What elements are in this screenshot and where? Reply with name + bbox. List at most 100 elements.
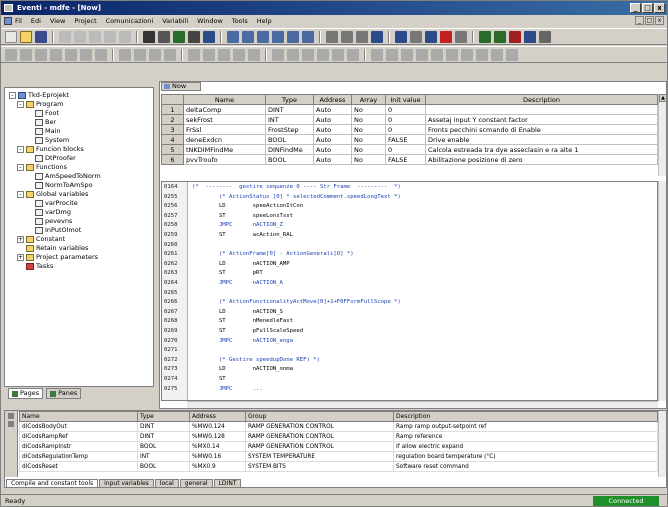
code-line[interactable]: LD nACTION_AMP [192,261,290,267]
code-line[interactable]: JMPC nACTION_A [192,280,283,286]
timer-icon[interactable] [332,48,344,61]
code-line[interactable]: ST pFullScaleSpeed [192,328,303,334]
copy-icon[interactable] [74,30,86,43]
code-line[interactable]: ST speeLonsTsst [192,213,293,219]
monitor-icon[interactable] [227,30,239,43]
editor-vertical-scrollbar[interactable] [658,181,666,401]
grid-icon[interactable] [341,30,353,43]
column-header-group[interactable]: Group [245,411,394,422]
line-icon[interactable] [5,48,17,61]
code-line[interactable]: (* -------- gestire sequenze 0 ---- Str … [192,184,401,190]
menu-communication[interactable]: Comunicazioni [106,17,154,25]
block-icon[interactable] [50,48,62,61]
code-line[interactable]: ST acAction_RAL [192,232,293,238]
insert-icon[interactable] [494,30,506,43]
menu-variables[interactable]: Variabili [162,17,188,25]
save-icon[interactable] [35,30,47,43]
code-line[interactable]: LD nACTION_S [192,309,283,315]
table-row[interactable]: diCodsRampRef DINT %MW0.128 RAMP GENERAT… [19,431,658,442]
comment-icon[interactable] [119,48,131,61]
step-icon[interactable] [410,30,422,43]
constant-icon[interactable] [302,48,314,61]
bottom-panel-scrollbar[interactable] [658,411,666,477]
bookmark-icon[interactable] [173,30,185,43]
connect-icon[interactable] [371,30,383,43]
code-line[interactable]: (* Gestire speedupDone REF) *) [192,357,320,363]
menu-view[interactable]: View [50,17,65,25]
child-maximize-button[interactable]: □ [645,16,654,25]
table-row[interactable]: diCodsReset BOOL %MX0.9 SYSTEM BITS Soft… [19,461,658,472]
tree-node-program[interactable]: - Program [17,100,63,108]
column-header-address[interactable]: Address [189,411,246,422]
outdent-icon[interactable] [248,48,260,61]
wrench-icon[interactable] [539,30,551,43]
column-header-type[interactable]: Type [137,411,190,422]
logic-icon[interactable] [446,48,458,61]
maximize-button[interactable]: □ [642,3,653,13]
child-close-button[interactable]: x [655,16,664,25]
column-header-array[interactable]: Array [351,94,386,105]
build-icon[interactable] [203,30,215,43]
column-header-description[interactable]: Description [393,411,658,422]
table-row[interactable]: 1 deltaComp DINT Auto No 0 [161,104,658,115]
cut-icon[interactable] [59,30,71,43]
code-line[interactable]: (* ActionFunctionalityActMove[0]+1+F0FFo… [192,299,401,305]
tree-node-retain-variables[interactable]: Retain variables [26,244,88,252]
column-header-init-value[interactable]: Init value [385,94,426,105]
add-icon[interactable] [479,30,491,43]
tree-node-tasks[interactable]: Tasks [26,262,53,270]
label-icon[interactable] [95,48,107,61]
properties-icon[interactable] [524,30,536,43]
menu-edit[interactable]: Edi [31,17,41,25]
tab-compile-tools[interactable]: Compile and constant tools [6,479,99,488]
menu-help[interactable]: Help [257,17,272,25]
tab-pages[interactable]: Pages [8,388,44,399]
open-folder-icon[interactable] [20,30,32,43]
code-line[interactable]: (* ActionFrame[0] - ActionGenerali[O] *) [192,251,354,257]
child-minimize-button[interactable]: _ [635,16,644,25]
menu-window[interactable]: Window [197,17,223,25]
tree-node-normtoamspo[interactable]: NormToAmSpo [35,181,93,189]
column-header-description[interactable]: Description [425,94,658,105]
tab-input-variables[interactable]: input variables [99,479,154,488]
delete-icon[interactable] [509,30,521,43]
editor-horizontal-scrollbar[interactable] [187,401,658,408]
column-header-name[interactable]: Name [183,94,266,105]
code-line[interactable]: JMPC nACTION_enga [192,338,293,344]
shift-icon[interactable] [431,48,443,61]
tree-node-amspeedtonorm[interactable]: AmSpeedToNorm [35,172,101,180]
code-line[interactable]: ST pRT [192,270,263,276]
menu-project[interactable]: Project [74,17,96,25]
move-icon[interactable] [401,48,413,61]
align-right-icon[interactable] [218,48,230,61]
code-line[interactable]: JMPC ... [192,386,263,392]
pause-icon[interactable] [455,30,467,43]
tree-node-global-variables[interactable]: - Global variables [17,190,88,198]
new-file-icon[interactable] [5,30,17,43]
paste-icon[interactable] [89,30,101,43]
code-line[interactable]: LD speeActionItCon [192,203,303,209]
tree-node-foot[interactable]: Foot [35,109,59,117]
pin-icon[interactable] [8,413,14,419]
code-line[interactable]: LD nACTION_onma [192,366,293,372]
scroll-up-icon[interactable]: ▲ [659,94,667,102]
layout-icon[interactable] [326,30,338,43]
run-icon[interactable] [425,30,437,43]
column-header-name[interactable]: Name [19,411,138,422]
tree-node-main[interactable]: Main [35,127,61,135]
type-icon[interactable] [317,48,329,61]
function-icon[interactable] [272,48,284,61]
tree-node-system[interactable]: System [35,136,69,144]
contact-icon[interactable] [20,48,32,61]
tab-general[interactable]: general [179,479,213,488]
column-header-address[interactable]: Address [313,94,352,105]
string-icon[interactable] [476,48,488,61]
math-icon[interactable] [386,48,398,61]
tab-panes[interactable]: Panes [46,388,82,399]
menu-tools[interactable]: Tools [232,17,248,25]
close-button[interactable]: x [654,3,665,13]
table-row[interactable]: 5 tNKDIMFindMe DINFindMe Auto No 0 Calco… [161,144,658,155]
undo-icon[interactable] [104,30,116,43]
struct-icon[interactable] [506,48,518,61]
watch-icon[interactable] [242,30,254,43]
